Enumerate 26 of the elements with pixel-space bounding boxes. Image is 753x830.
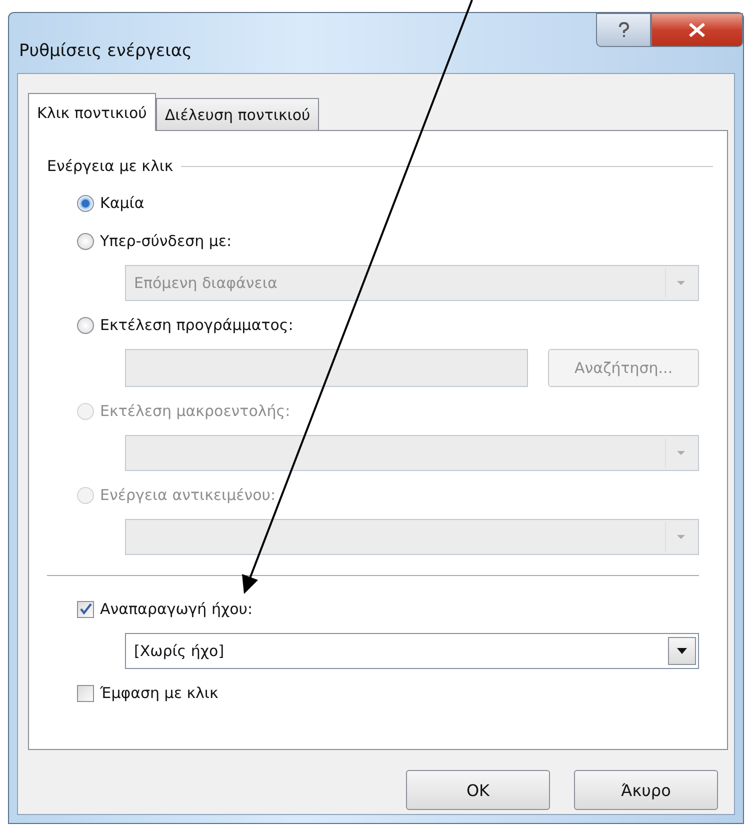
radio-label: Ενέργεια αντικειμένου:	[100, 486, 276, 504]
window-title: Ρυθμίσεις ενέργειας	[19, 41, 192, 61]
tab[interactable]: Διέλευση ποντικιού	[156, 98, 320, 130]
ok-button[interactable]: OK	[406, 770, 550, 810]
radio-button[interactable]	[77, 316, 94, 334]
close-button[interactable]	[651, 13, 743, 47]
checkbox[interactable]	[77, 600, 94, 618]
help-button[interactable]	[596, 13, 651, 47]
caret-icon	[675, 279, 687, 287]
radio-button[interactable]	[77, 232, 94, 250]
radio-label: Υπερ-σύνδεση με:	[100, 232, 232, 250]
caret-icon	[675, 533, 687, 541]
caret-icon	[675, 449, 687, 457]
radio-button[interactable]	[77, 194, 94, 212]
radio-label: Εκτέλεση μακροεντολής:	[100, 402, 290, 420]
radio-label: Εκτέλεση προγράμματος:	[100, 316, 294, 334]
checkbox-label: Αναπαραγωγή ήχου:	[100, 600, 253, 618]
radio-label: Καμία	[100, 194, 144, 212]
tab[interactable]: Κλικ ποντικιού	[28, 93, 156, 131]
caret-icon	[676, 647, 688, 655]
group-title: Ενέργεια με κλικ	[47, 157, 174, 175]
checkbox[interactable]	[77, 684, 94, 702]
dropdown[interactable]: [Χωρίς ήχο]	[125, 633, 699, 669]
checkbox-label: Έμφαση με κλικ	[100, 684, 218, 702]
cancel-button[interactable]: Άκυρο	[574, 770, 718, 810]
close-icon	[688, 23, 706, 37]
